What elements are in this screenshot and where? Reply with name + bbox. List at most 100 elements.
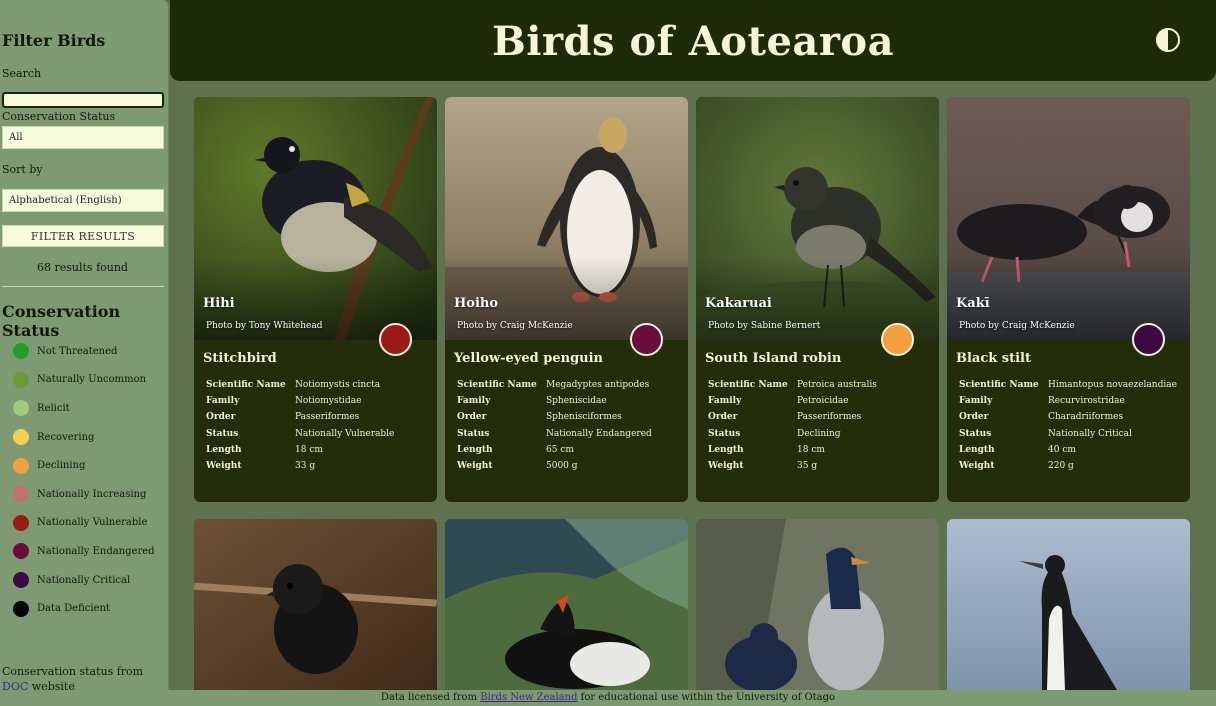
- photo-credit: Photo by Craig McKenzie: [457, 321, 573, 331]
- legend-label: Relicit: [37, 402, 70, 414]
- fact-row: Scientific Name Himantopus novaezelandia…: [959, 377, 1177, 393]
- source-prefix: Conservation status from: [2, 665, 144, 678]
- fact-key: Weight: [708, 461, 744, 472]
- english-name: Black stilt: [956, 351, 1032, 366]
- conservation-status-select[interactable]: All: [2, 126, 164, 149]
- bird-facts: Scientific Name Himantopus novaezelandia…: [959, 377, 1177, 474]
- bird-card[interactable]: Hihi Photo by Tony Whitehead Stitchbird …: [194, 97, 437, 502]
- fact-key: Scientific Name: [457, 380, 537, 391]
- contrast-icon[interactable]: [1156, 28, 1180, 52]
- maori-name: Kakaruai: [705, 296, 772, 311]
- fact-value: Passeriformes: [295, 412, 360, 423]
- fact-key: Order: [457, 412, 487, 423]
- fact-row: Order Passeriformes: [708, 409, 877, 425]
- fact-row: Length 40 cm: [959, 442, 1177, 458]
- photo-credit: Photo by Craig McKenzie: [959, 321, 1075, 331]
- fact-key: Weight: [959, 461, 995, 472]
- fact-row: Status Nationally Endangered: [457, 426, 652, 442]
- fact-key: Scientific Name: [708, 380, 788, 391]
- fact-value: 5000 g: [546, 461, 578, 472]
- fact-value: 40 cm: [1048, 444, 1076, 455]
- legend-item: Nationally Increasing: [13, 480, 155, 509]
- sidebar-divider: [2, 286, 164, 287]
- fact-value: Petroica australis: [797, 380, 877, 391]
- legend-label: Declining: [37, 460, 86, 472]
- fact-value: Nationally Vulnerable: [295, 428, 395, 439]
- fact-key: Order: [206, 412, 236, 423]
- legend-label: Data Deficient: [37, 603, 110, 615]
- status-dot-icon: [13, 514, 29, 531]
- fact-row: Weight 35 g: [708, 458, 877, 474]
- fact-row: Length 18 cm: [708, 442, 877, 458]
- fact-row: Order Charadriiformes: [959, 409, 1177, 425]
- search-input[interactable]: [2, 92, 164, 108]
- bird-photo-shag-pair: [696, 519, 939, 690]
- fact-row: Status Declining: [708, 426, 877, 442]
- status-dot-icon: [13, 543, 29, 560]
- legend-label: Not Threatened: [37, 345, 118, 357]
- filter-results-button[interactable]: FILTER RESULTS: [2, 225, 164, 247]
- bird-card-partial[interactable]: [947, 519, 1190, 690]
- fact-row: Scientific Name Megadyptes antipodes: [457, 377, 652, 393]
- status-dot-icon: [13, 429, 29, 446]
- conservation-status-icon: [1132, 323, 1165, 356]
- filter-sidebar: Filter Birds Search Conservation Status …: [0, 0, 169, 693]
- fact-key: Scientific Name: [959, 380, 1039, 391]
- fact-row: Weight 5000 g: [457, 458, 652, 474]
- fact-row: Weight 220 g: [959, 458, 1177, 474]
- fact-key: Status: [457, 428, 490, 439]
- fact-value: 65 cm: [546, 444, 574, 455]
- status-dot-icon: [13, 572, 29, 589]
- photo-credit: Photo by Tony Whitehead: [206, 321, 323, 331]
- maori-name: Kakī: [956, 296, 990, 311]
- fact-row: Weight 33 g: [206, 458, 394, 474]
- fact-value: Notiomystidae: [295, 396, 362, 407]
- legend-item: Not Threatened: [13, 337, 155, 366]
- page-header: Birds of Aotearoa: [170, 0, 1216, 81]
- fact-value: Nationally Critical: [1048, 428, 1132, 439]
- fact-key: Weight: [457, 461, 493, 472]
- legend-title: Conservation Status: [2, 302, 121, 340]
- fact-key: Status: [206, 428, 239, 439]
- bird-card[interactable]: Kakaruai Photo by Sabine Bernert South I…: [696, 97, 939, 502]
- fact-value: Spheniscidae: [546, 396, 607, 407]
- bird-photo-spotted-shag: [947, 519, 1190, 690]
- conservation-legend: Not Threatened Naturally Uncommon Relicit R…: [13, 337, 155, 623]
- bird-facts: Scientific Name Megadyptes antipodes Fam…: [457, 377, 652, 474]
- conservation-status-icon: [379, 323, 412, 356]
- fact-key: Length: [708, 444, 744, 455]
- english-name: Yellow-eyed penguin: [454, 351, 604, 366]
- sort-select[interactable]: Alphabetical (English): [2, 189, 164, 212]
- status-dot-icon: [13, 457, 29, 474]
- fact-key: Status: [708, 428, 741, 439]
- maori-name: Hoiho: [454, 296, 499, 311]
- bird-card[interactable]: Kakī Photo by Craig McKenzie Black stilt…: [947, 97, 1190, 502]
- fact-key: Length: [206, 444, 242, 455]
- legend-label: Nationally Vulnerable: [37, 517, 148, 529]
- legend-label: Recovering: [37, 431, 95, 443]
- bird-card-partial[interactable]: [194, 519, 437, 690]
- legend-label: Nationally Endangered: [37, 545, 155, 557]
- bird-card-partial[interactable]: [445, 519, 688, 690]
- fact-value: Notiomystis cincta: [295, 380, 381, 391]
- fact-value: 18 cm: [797, 444, 825, 455]
- photo-credit: Photo by Sabine Bernert: [708, 321, 821, 331]
- fact-row: Status Nationally Vulnerable: [206, 426, 394, 442]
- legend-item: Nationally Vulnerable: [13, 509, 155, 538]
- bird-card-partial[interactable]: [696, 519, 939, 690]
- status-dot-icon: [13, 343, 29, 360]
- fact-value: 33 g: [295, 461, 316, 472]
- status-dot-icon: [13, 600, 29, 617]
- birds-nz-link[interactable]: Birds New Zealand: [480, 692, 577, 703]
- legend-item: Recovering: [13, 423, 155, 452]
- fact-value: Petroicidae: [797, 396, 849, 407]
- bird-facts: Scientific Name Notiomystis cincta Famil…: [206, 377, 394, 474]
- bird-card[interactable]: Hoiho Photo by Craig McKenzie Yellow-eye…: [445, 97, 688, 502]
- results-count: 68 results found: [37, 261, 128, 274]
- legend-item: Naturally Uncommon: [13, 366, 155, 395]
- legend-item: Relicit: [13, 394, 155, 423]
- fact-row: Length 18 cm: [206, 442, 394, 458]
- fact-row: Family Petroicidae: [708, 393, 877, 409]
- fact-value: Megadyptes antipodes: [546, 380, 650, 391]
- conservation-status-icon: [881, 323, 914, 356]
